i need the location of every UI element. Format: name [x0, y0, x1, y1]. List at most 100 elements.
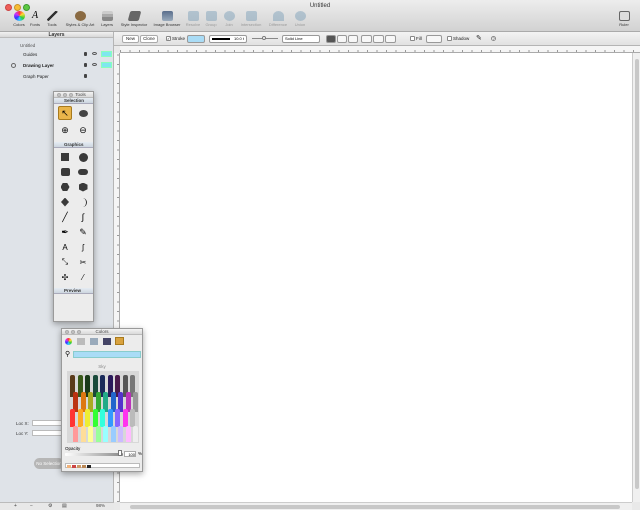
crayon-swatch[interactable] — [103, 426, 108, 442]
arrow-start-button[interactable] — [361, 35, 372, 43]
crayon-swatch[interactable] — [92, 409, 98, 427]
crayon-swatch[interactable] — [88, 426, 93, 442]
horizontal-ruler[interactable] — [120, 46, 640, 53]
opacity-field[interactable]: 100 — [124, 451, 136, 457]
lock-icon[interactable] — [84, 52, 87, 56]
color-wheel-tab[interactable] — [65, 338, 72, 345]
arrow-tool[interactable]: ↖ — [58, 106, 72, 120]
crayon-swatch[interactable] — [125, 426, 131, 442]
drawing-canvas[interactable] — [120, 53, 632, 502]
color-palettes-tab[interactable] — [90, 338, 98, 345]
lock-icon[interactable] — [84, 74, 87, 78]
layer-row-drawing-layer[interactable]: Drawing Layer — [0, 60, 113, 71]
crayon-swatch[interactable] — [70, 409, 75, 427]
crayon-swatch[interactable] — [107, 409, 113, 427]
crayon-swatch[interactable] — [85, 409, 90, 427]
close-panel-button[interactable] — [57, 93, 61, 97]
new-button[interactable]: New — [122, 35, 139, 43]
opacity-slider-thumb[interactable] — [118, 450, 122, 456]
crayon-swatch[interactable] — [110, 426, 116, 442]
arrow-end-button[interactable] — [385, 35, 396, 43]
crayon-swatch[interactable] — [95, 426, 101, 442]
rectangle-tool[interactable] — [58, 150, 72, 164]
help-icon[interactable]: ? — [491, 36, 496, 41]
polygon-tool[interactable] — [58, 180, 72, 194]
diamond-tool[interactable] — [58, 195, 72, 209]
preview-section-header[interactable]: Preview — [54, 288, 93, 294]
color-swatches[interactable] — [65, 463, 140, 468]
fill-checkbox[interactable] — [410, 36, 415, 41]
eye-icon[interactable] — [92, 63, 97, 66]
ruler-button[interactable]: Ruler — [611, 11, 637, 31]
lock-icon[interactable] — [84, 63, 87, 67]
zoom-panel-button[interactable] — [77, 330, 81, 334]
crayon-swatch[interactable] — [80, 426, 86, 442]
capsule-tool[interactable] — [76, 165, 90, 179]
zoom-level[interactable]: 98% — [96, 503, 105, 508]
add-layer-button[interactable]: + — [14, 503, 17, 509]
vertical-scrollbar[interactable] — [632, 53, 640, 502]
layer-color-swatch[interactable] — [101, 51, 112, 57]
arc-tool[interactable] — [76, 195, 90, 209]
opacity-slider[interactable] — [65, 453, 123, 456]
transform-tool[interactable]: ✣ — [58, 270, 72, 284]
minimize-panel-button[interactable] — [63, 93, 67, 97]
layer-row-guides[interactable]: Guides — [0, 49, 113, 60]
stroke-width-slider[interactable] — [252, 35, 278, 43]
curve-tool[interactable]: ∫ — [76, 210, 90, 224]
stroke-color-well[interactable] — [187, 35, 205, 43]
close-panel-button[interactable] — [65, 330, 69, 334]
scissors-tool[interactable]: ✂ — [76, 255, 90, 269]
crayon-swatch[interactable] — [130, 409, 135, 427]
layer-row-graph-paper[interactable]: Graph Paper — [0, 71, 113, 82]
crayon-swatch[interactable] — [115, 409, 120, 427]
line-cap-square-button[interactable] — [348, 35, 358, 43]
crayon-swatch[interactable] — [122, 409, 128, 427]
crayon-swatch[interactable] — [100, 409, 105, 427]
magnifier-icon[interactable]: ⚲ — [65, 350, 70, 358]
zoom-panel-button[interactable] — [69, 93, 73, 97]
fill-color-well[interactable] — [426, 35, 442, 43]
zoom-in-tool[interactable]: ⊕ — [58, 123, 72, 137]
line-tool[interactable]: ╱ — [58, 210, 72, 224]
lasso-tool[interactable] — [76, 106, 90, 120]
selected-color-well[interactable] — [73, 351, 141, 358]
image-palettes-tab[interactable] — [103, 338, 111, 345]
style-inspector-button[interactable]: Style Inspector — [117, 11, 151, 31]
scroll-thumb[interactable] — [635, 59, 639, 489]
layer-list-icon[interactable]: ▤ — [62, 503, 67, 509]
minimize-panel-button[interactable] — [71, 330, 75, 334]
line-cap-round-button[interactable] — [337, 35, 347, 43]
hexagon-tool[interactable] — [76, 180, 90, 194]
horizontal-scrollbar[interactable] — [120, 502, 632, 510]
layer-color-swatch[interactable] — [101, 62, 112, 68]
no-selection-button[interactable]: No Selection — [34, 458, 64, 469]
color-sliders-tab[interactable] — [77, 338, 85, 345]
remove-layer-button[interactable]: − — [30, 503, 33, 509]
rounded-rectangle-tool[interactable] — [58, 165, 72, 179]
stroke-width-field[interactable]: 10.0 t — [209, 35, 247, 43]
text-tool[interactable]: A — [58, 240, 72, 254]
layer-settings-icon[interactable]: ⚙ — [48, 503, 52, 509]
pen-icon[interactable]: ✎ — [476, 34, 482, 42]
eye-icon[interactable] — [92, 52, 97, 55]
crayon-box[interactable] — [67, 371, 139, 443]
crayon-swatch[interactable] — [133, 426, 138, 442]
union-button[interactable]: Union — [285, 11, 315, 31]
zoom-out-tool[interactable]: ⊖ — [76, 123, 90, 137]
connector-tool[interactable]: ⤡ — [58, 255, 72, 269]
crayon-swatch[interactable] — [73, 426, 78, 442]
crayons-tab[interactable] — [115, 337, 124, 345]
pen-tool[interactable]: ✒ — [58, 225, 72, 239]
brush-tool[interactable]: ✎ — [76, 225, 90, 239]
eyedropper-tool[interactable]: ⁄ — [76, 270, 90, 284]
stroke-checkbox[interactable]: ✓ — [166, 36, 171, 41]
clone-button[interactable]: Clone — [140, 35, 158, 43]
crayon-swatch[interactable] — [118, 426, 123, 442]
oval-tool[interactable] — [76, 150, 90, 164]
bezier-tool[interactable]: ʃ — [76, 240, 90, 254]
line-style-popup[interactable]: Solid Line — [282, 35, 320, 43]
arrow-middle-button[interactable] — [373, 35, 384, 43]
line-cap-butt-button[interactable] — [326, 35, 336, 43]
scroll-thumb[interactable] — [130, 505, 620, 509]
